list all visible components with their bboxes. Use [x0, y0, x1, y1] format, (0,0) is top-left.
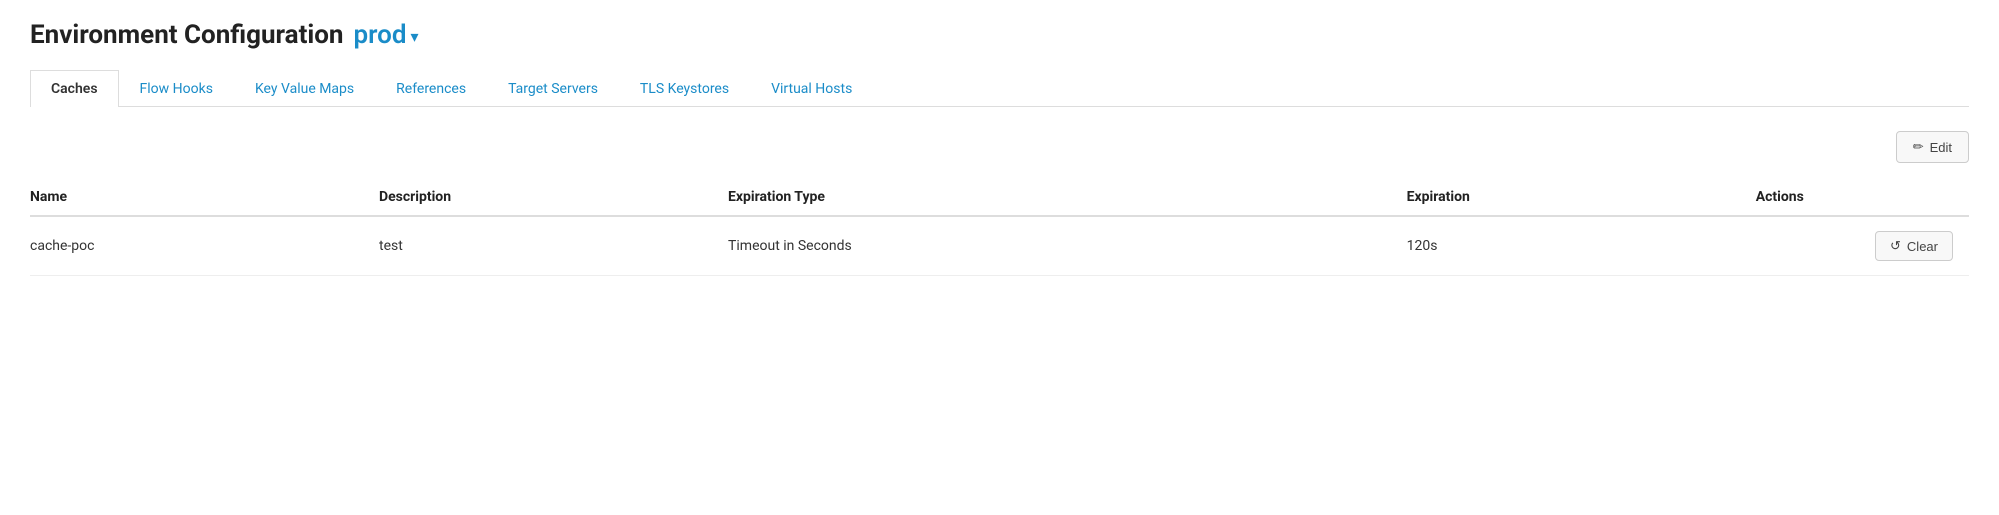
tab-tls-keystores[interactable]: TLS Keystores: [619, 70, 750, 107]
tab-references[interactable]: References: [375, 70, 487, 107]
col-header-expiration: Expiration: [1407, 179, 1756, 216]
cell-name: cache-poc: [30, 216, 379, 276]
cell-expiration: 120s: [1407, 216, 1756, 276]
cell-description: test: [379, 216, 728, 276]
clear-button-label: Clear: [1907, 239, 1938, 254]
tab-target-servers[interactable]: Target Servers: [487, 70, 619, 107]
tab-caches[interactable]: Caches: [30, 70, 119, 107]
col-header-description: Description: [379, 179, 728, 216]
col-header-expiration-type: Expiration Type: [728, 179, 1407, 216]
toolbar: ✏ Edit: [30, 131, 1969, 163]
chevron-down-icon: ▾: [410, 27, 418, 46]
cell-actions: ↺ Clear: [1756, 216, 1969, 276]
col-header-actions: Actions: [1756, 179, 1969, 216]
table-row: cache-poc test Timeout in Seconds 120s ↺…: [30, 216, 1969, 276]
tab-key-value-maps[interactable]: Key Value Maps: [234, 70, 375, 107]
cell-expiration-type: Timeout in Seconds: [728, 216, 1407, 276]
tabs-list: Caches Flow Hooks Key Value Maps Referen…: [30, 70, 1969, 106]
page-header: Environment Configuration prod ▾: [30, 20, 1969, 50]
tab-virtual-hosts[interactable]: Virtual Hosts: [750, 70, 873, 107]
tab-flow-hooks[interactable]: Flow Hooks: [119, 70, 234, 107]
tabs-container: Caches Flow Hooks Key Value Maps Referen…: [30, 70, 1969, 107]
pencil-icon: ✏: [1913, 139, 1924, 155]
col-header-name: Name: [30, 179, 379, 216]
clear-button[interactable]: ↺ Clear: [1875, 231, 1953, 261]
caches-table: Name Description Expiration Type Expirat…: [30, 179, 1969, 276]
page-title: Environment Configuration: [30, 20, 344, 50]
env-selector[interactable]: prod ▾: [354, 20, 419, 50]
edit-button-label: Edit: [1930, 140, 1952, 155]
table-header-row: Name Description Expiration Type Expirat…: [30, 179, 1969, 216]
env-name: prod: [354, 20, 407, 50]
edit-button[interactable]: ✏ Edit: [1896, 131, 1969, 163]
refresh-icon: ↺: [1890, 238, 1901, 254]
page-container: Environment Configuration prod ▾ Caches …: [0, 0, 1999, 296]
